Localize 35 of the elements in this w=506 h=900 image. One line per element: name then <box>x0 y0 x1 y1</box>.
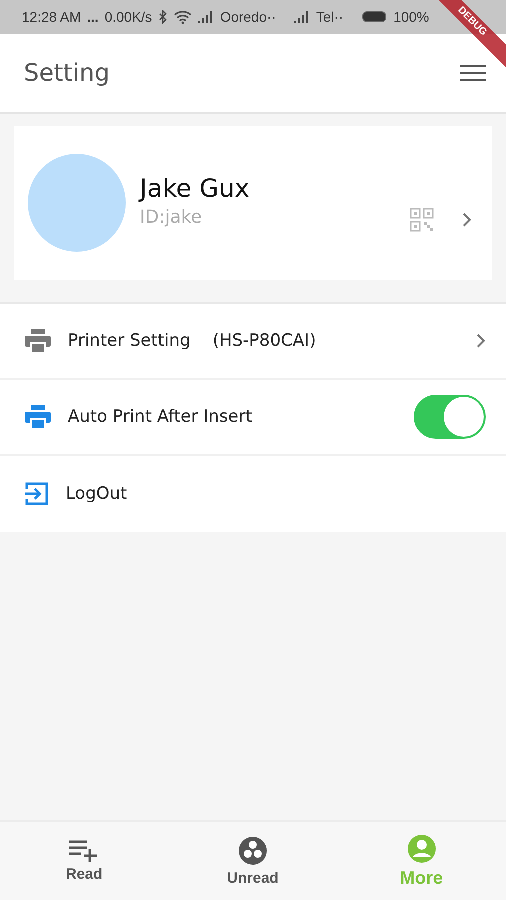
page-title: Setting <box>24 59 110 87</box>
wifi-icon <box>174 10 192 24</box>
menu-icon[interactable] <box>460 64 486 82</box>
profile-card[interactable]: Jake Gux ID:jake <box>14 126 492 280</box>
user-name: Jake Gux <box>140 174 251 203</box>
nav-tab[interactable]: Read <box>0 822 169 900</box>
user-id: ID:jake <box>140 207 204 228</box>
nav-tab[interactable]: Unread <box>168 822 338 900</box>
row-label: Printer Setting <box>68 331 191 351</box>
battery-icon <box>362 11 388 23</box>
network-speed: 0.00K/s <box>104 9 152 25</box>
printer-model: (HS-P80CAI) <box>212 331 316 351</box>
chevron-right-icon <box>462 212 472 228</box>
status-dots: ... <box>87 9 99 25</box>
settings-row[interactable]: Printer Setting (HS-P80CAI) <box>0 304 506 380</box>
logout-icon <box>24 481 50 507</box>
signal-icon <box>294 11 310 23</box>
status-time: 12:28 AM <box>22 9 82 25</box>
account-icon <box>406 834 437 864</box>
bluetooth-icon <box>158 10 168 24</box>
settings-row[interactable]: LogOut <box>0 456 506 532</box>
row-label: Auto Print After Insert <box>68 407 252 427</box>
signal-icon <box>198 11 214 23</box>
battery-level: 100% <box>394 9 430 25</box>
printer-icon <box>24 328 52 354</box>
carrier-name: Tel·· <box>316 9 344 25</box>
carrier-name: Ooredo·· <box>220 9 276 25</box>
qr-code-icon[interactable] <box>410 208 434 232</box>
printer-icon <box>24 404 52 430</box>
chevron-right-icon <box>476 333 486 349</box>
toggle-switch[interactable] <box>414 395 486 439</box>
playlist-add-icon <box>69 840 100 862</box>
row-label: LogOut <box>66 484 128 504</box>
circles-icon <box>238 836 268 866</box>
settings-row[interactable]: Auto Print After Insert <box>0 380 506 456</box>
